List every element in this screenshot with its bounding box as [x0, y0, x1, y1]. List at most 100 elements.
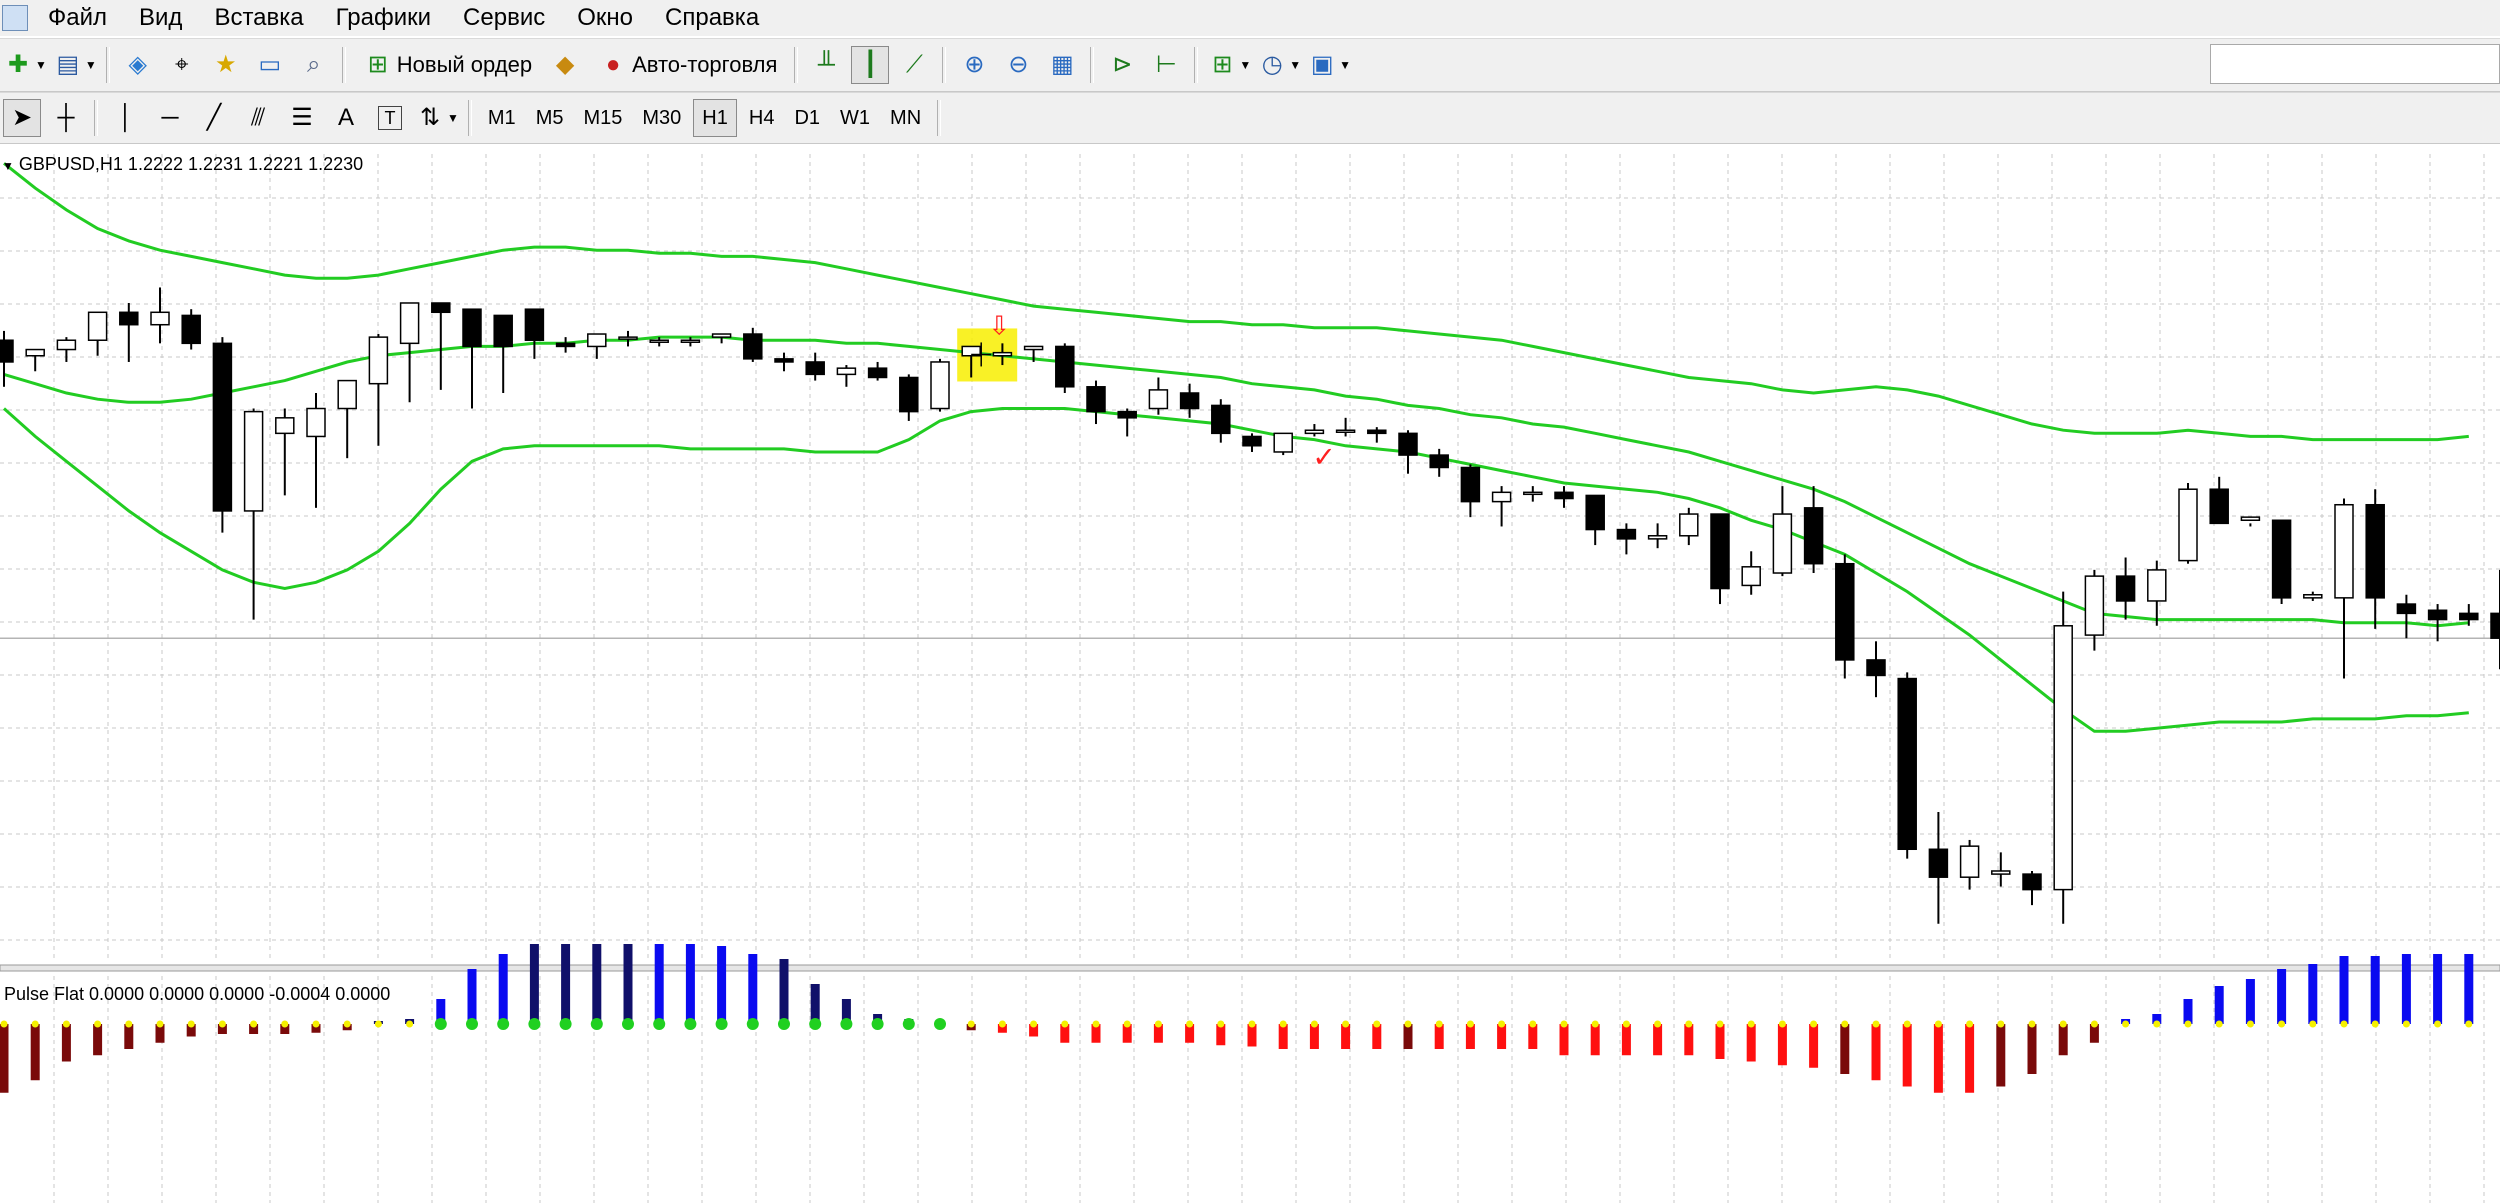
zero-line-dot: [2059, 1020, 2067, 1028]
trendline-tool[interactable]: ╱: [195, 99, 233, 137]
candle-bull: [306, 407, 326, 438]
timeframe-mn[interactable]: MN: [882, 99, 929, 137]
zero-line-dot: [1747, 1020, 1755, 1028]
toolbar-separator: [937, 100, 942, 136]
fibonacci-tool[interactable]: ☰: [283, 99, 321, 137]
chart-shift-button[interactable]: ⊢: [1147, 46, 1185, 84]
timeframe-m5[interactable]: M5: [528, 99, 572, 137]
candle-bear: [2459, 612, 2479, 621]
zero-line-dot: [1810, 1020, 1818, 1028]
bar-chart-button[interactable]: ╨: [807, 46, 845, 84]
menu-help[interactable]: Справка: [651, 0, 777, 36]
candle-bear: [1897, 677, 1917, 851]
vertical-line-tool[interactable]: │: [107, 99, 145, 137]
chart-window[interactable]: ⇩ ✓ ▼ GBPUSD,H1 1.2222 1.2231 1.2221 1.22…: [0, 146, 2500, 1203]
timeframe-d1[interactable]: D1: [786, 99, 828, 137]
text-label-tool[interactable]: T: [371, 99, 409, 137]
price-chart-canvas[interactable]: ⇩✓: [0, 146, 2500, 1203]
menu-file[interactable]: Файл: [34, 0, 125, 36]
zero-line-dot: [2434, 1020, 2442, 1028]
standard-toolbar: ✚ ▼ ▤ ▼ ◈ ⌖ ★ ▭ ⌕ ⊞ Новый ордер ◆ ● Авто-тор…: [0, 38, 2500, 92]
candle-bear: [1211, 404, 1231, 435]
zero-line-dot: [2246, 1020, 2254, 1028]
templates-button[interactable]: ▣ ▼: [1307, 46, 1351, 84]
line-chart-button[interactable]: ⟋: [895, 46, 933, 84]
zero-line-dot: [1342, 1020, 1350, 1028]
zoom-out-button[interactable]: ⊖: [999, 46, 1037, 84]
indicators-button[interactable]: ⊞ ▼: [1207, 46, 1251, 84]
candle-bear: [1554, 491, 1574, 500]
menu-insert[interactable]: Вставка: [200, 0, 321, 36]
periods-button[interactable]: ◷ ▼: [1257, 46, 1301, 84]
zero-line-dot: [281, 1020, 289, 1028]
zero-line-dot: [778, 1018, 790, 1030]
terminal-button[interactable]: ▭: [251, 46, 289, 84]
menu-charts[interactable]: Графики: [322, 0, 449, 36]
market-watch-button[interactable]: ◈: [119, 46, 157, 84]
histogram-bar: [1746, 1024, 1756, 1062]
tile-windows-button[interactable]: ▦: [1043, 46, 1081, 84]
auto-scroll-button[interactable]: ⊳: [1103, 46, 1141, 84]
candlestick-button[interactable]: ┃: [851, 46, 890, 84]
auto-trading-icon: ●: [605, 51, 621, 78]
zero-line-dot: [809, 1018, 822, 1030]
profiles-button[interactable]: ▤ ▼: [53, 46, 97, 84]
zero-line-dot: [684, 1018, 697, 1030]
timeframe-m1[interactable]: M1: [480, 99, 524, 137]
channel-tool[interactable]: ⫻: [239, 99, 277, 137]
histogram-bar: [1372, 1024, 1382, 1049]
clock-icon: ◷: [1261, 51, 1283, 78]
zoom-in-button[interactable]: ⊕: [955, 46, 993, 84]
horizontal-line-tool[interactable]: ─: [151, 99, 189, 137]
crosshair-tool[interactable]: ┼: [47, 99, 85, 137]
histogram-bar: [1996, 1024, 2006, 1087]
data-window-button[interactable]: ⌖: [163, 46, 201, 84]
metaeditor-button[interactable]: ◆: [546, 46, 584, 84]
candle-bear: [0, 339, 14, 363]
vertical-line-icon: │: [118, 104, 134, 131]
menu-tools[interactable]: Сервис: [449, 0, 563, 36]
timeframe-w1[interactable]: W1: [832, 99, 878, 137]
navigator-button[interactable]: ★: [207, 46, 245, 84]
candle-bull: [2178, 488, 2198, 562]
candle-bull: [87, 311, 108, 341]
menu-view[interactable]: Вид: [125, 0, 200, 36]
new-chart-button[interactable]: ✚ ▼: [3, 46, 47, 84]
histogram-bar: [1465, 1024, 1475, 1049]
menu-window[interactable]: Окно: [563, 0, 651, 36]
zero-line-dot: [1560, 1020, 1568, 1028]
zero-line-dot: [1591, 1020, 1599, 1028]
timeframe-m15[interactable]: M15: [575, 99, 630, 137]
navigator-star-icon: ★: [215, 51, 237, 78]
candle-bull: [836, 367, 857, 376]
candle-bear: [1460, 466, 1481, 503]
zoom-out-icon: ⊖: [1008, 51, 1029, 78]
panel-separator: [0, 964, 2500, 972]
toolbar-separator: [942, 47, 947, 83]
candle-bear: [774, 358, 794, 363]
timeframe-h4[interactable]: H4: [741, 99, 783, 137]
candle-bear: [1866, 659, 1886, 677]
histogram-bar: [2214, 986, 2224, 1024]
cursor-tool[interactable]: ➤: [3, 99, 41, 137]
zero-line-dot: [2215, 1020, 2223, 1028]
histogram-bar: [1621, 1024, 1631, 1056]
zero-line-dot: [2028, 1020, 2036, 1028]
zero-line-dot: [998, 1020, 1006, 1028]
new-order-button[interactable]: ⊞ Новый ордер: [355, 46, 540, 84]
candle-bull: [2240, 516, 2261, 522]
text-tool[interactable]: A: [327, 99, 365, 137]
arrows-tool[interactable]: ⇅ ▼: [415, 99, 459, 137]
candle-bear: [1117, 410, 1137, 419]
search-input[interactable]: [2210, 44, 2500, 84]
tester-button[interactable]: ⌕: [295, 46, 333, 84]
candle-bull: [1148, 389, 1169, 410]
histogram-bar: [124, 1024, 134, 1049]
market-watch-icon: ◈: [128, 51, 148, 78]
timeframe-m30[interactable]: M30: [634, 99, 689, 137]
histogram-bar: [1809, 1024, 1819, 1068]
auto-trading-button[interactable]: ● Авто-торговля: [590, 46, 785, 84]
candle-bear: [555, 342, 576, 348]
candle-bull: [930, 361, 950, 410]
timeframe-h1[interactable]: H1: [693, 99, 737, 137]
